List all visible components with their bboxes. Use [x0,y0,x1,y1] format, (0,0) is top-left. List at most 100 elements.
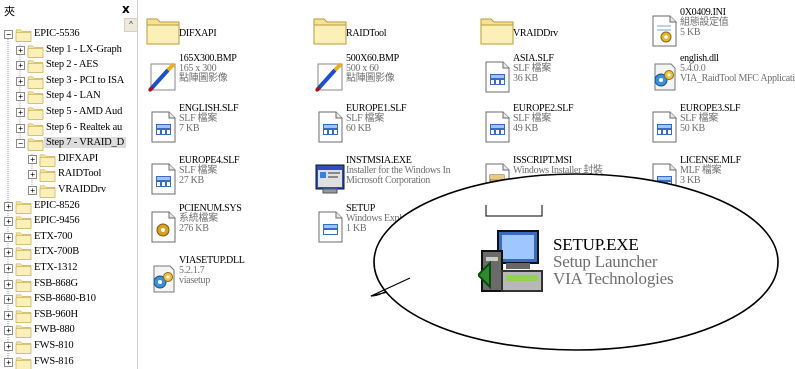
folder-tree-pane: 夾 x ^ − EPIC-5536 + Step 1 - LX-Graph + … [0,0,138,369]
tree-item[interactable]: + FWS-816 [0,355,124,369]
dll-file-icon[interactable] [146,262,180,296]
tree-item[interactable]: − Step 7 - VRAID_D [0,136,126,152]
tree-expander-toggle[interactable]: + [4,217,13,227]
file-name: DIFXAPI [179,28,217,39]
tree-expander-toggle[interactable]: + [16,108,25,117]
file-item-label[interactable]: 0X0409.INI 組態設定值 5 KB [680,8,729,38]
tree-expander-toggle[interactable]: + [4,264,13,273]
tree-item[interactable]: + VRAIDDrv [0,183,124,199]
tree-item[interactable]: + RAIDTool [0,167,124,183]
file-item-label[interactable]: EUROPE4.SLF SLF 檔案 27 KB [179,156,240,186]
tree-expander-toggle[interactable]: + [28,170,37,180]
setup-exe-icon[interactable] [479,210,514,244]
file-detail: 點陣圖影像 [179,73,228,84]
slf-file-icon[interactable] [313,110,347,144]
folder-icon [27,90,44,105]
file-item-label[interactable]: VIASETUP.DLL 5.2.1.7 viasetup [179,256,245,286]
tree-expander-toggle[interactable]: + [16,61,25,71]
file-item-label[interactable]: DIFXAPI [179,28,217,39]
zoom-file-type: Setup Launcher [553,252,658,271]
tree-expander-toggle[interactable]: + [4,248,13,258]
folder-icon[interactable] [480,14,514,48]
tree-expander-toggle[interactable]: + [16,76,25,86]
folder-icon [27,122,44,136]
tree-item[interactable]: + FWS-810 [0,339,124,355]
file-detail: VIA_RaidTool MFC Application [680,73,795,84]
file-item-label[interactable]: 500X60.BMP 500 x 60 點陣圖影像 [346,54,399,84]
file-item-label[interactable]: SETUP.MLF MLF 檔案 228 KB [680,204,730,234]
tree-expander-toggle[interactable]: − [16,139,25,149]
file-item-label[interactable]: SETUP Windows Explorer Command 1 KB [346,204,459,234]
tree-expander-toggle[interactable]: + [28,186,37,195]
file-item-label[interactable]: EUROPE2.SLF SLF 檔案 49 KB [513,104,574,134]
file-item-label[interactable]: ASIA.SLF SLF 檔案 36 KB [513,54,554,84]
slf-file-icon[interactable] [480,60,514,94]
file-detail: 5 KB [680,27,701,38]
file-item-label[interactable]: english.dll 5.4.0.0 VIA_RaidTool MFC App… [680,54,795,84]
tree-expander-toggle[interactable]: + [16,92,25,102]
dll-file-icon[interactable] [647,60,681,94]
tree-expander-toggle[interactable]: + [4,201,13,211]
msi-package-icon[interactable] [480,162,514,196]
folder-icon [27,59,44,73]
file-item-label[interactable]: EUROPE1.SLF SLF 檔案 60 KB [346,104,407,134]
tree-item[interactable]: + FSB-8680-B10 [0,292,124,308]
slf-file-icon[interactable] [146,162,180,196]
tree-item[interactable]: + FWB-880 [0,323,124,339]
tree-item[interactable]: + ETX-700 [0,230,124,246]
file-item-label[interactable]: RAIDTool [346,29,387,39]
file-item-label[interactable]: LICENSE.MLF MLF 檔案 3 KB [680,156,741,186]
tree-expander-toggle[interactable]: + [4,310,13,320]
tree-item-label: Step 2 - AES [46,59,99,71]
tree-item-label: Step 3 - PCI to ISA [46,74,125,86]
tree-expander-toggle[interactable]: + [4,295,13,305]
slf-file-icon[interactable] [146,110,180,144]
tree-item[interactable]: + Step 4 - LAN [0,89,124,105]
file-item-label[interactable]: ENGLISH.SLF SLF 檔案 7 KB [179,104,239,134]
folder-icon [15,293,32,307]
file-item-label[interactable]: VRAIDDrv [513,29,558,39]
bitmap-image-icon[interactable] [146,60,180,94]
installer-exe-icon[interactable] [313,162,347,196]
tree-item[interactable]: + Step 6 - Realtek au [0,121,124,137]
explorer-command-icon[interactable] [313,210,347,244]
file-detail: 3 KB [680,175,701,186]
tree-item[interactable]: + FSB-960H [0,308,124,324]
tree-item[interactable]: + Step 2 - AES [0,58,124,74]
ini-config-icon[interactable] [647,14,681,48]
system-file-icon[interactable] [146,210,180,244]
tree-expander-toggle[interactable]: + [16,45,25,55]
tree-item[interactable]: + ETX-1312 [0,261,124,277]
tree-expander-toggle[interactable]: + [4,232,13,242]
tree-expander-toggle[interactable]: + [4,357,13,367]
tree-expander-toggle[interactable]: + [4,342,13,351]
file-item-label[interactable]: ISSCRIPT.MSI Windows Installer 封裝 [513,156,603,176]
file-item-label[interactable]: PCIENUM.SYS 系統檔案 276 KB [179,204,242,234]
bitmap-image-icon[interactable] [313,60,347,94]
tree-expander-toggle[interactable]: + [28,154,37,164]
tree-expander-toggle[interactable]: + [16,123,25,133]
tree-expander-toggle[interactable]: + [4,279,13,289]
tree-item[interactable]: + Step 1 - LX-Graph [0,43,124,59]
tree-item[interactable]: + Step 5 - AMD Aud [0,105,124,121]
tree-item[interactable]: + DIFXAPI [0,152,124,168]
tree-expander-toggle[interactable]: − [4,30,13,39]
tree-item[interactable]: + ETX-700B [0,245,124,261]
tree-item-label: VRAIDDrv [58,184,106,195]
file-item-label[interactable]: 165X300.BMP 165 x 300 點陣圖影像 [179,54,237,84]
tree-item[interactable]: + EPIC-9456 [0,214,124,230]
tree-item[interactable]: + FSB-868G [0,277,124,293]
file-item-label[interactable]: SETUP.EXE Setup Launcher VIA Technologie… [513,204,600,234]
mlf-file-icon[interactable] [647,162,681,196]
slf-file-icon[interactable] [480,110,514,144]
tree-item[interactable]: + Step 3 - PCI to ISA [0,74,124,90]
file-item-label[interactable]: INSTMSIA.EXE Installer for the Windows I… [346,156,451,186]
tree-expander-toggle[interactable]: + [4,326,13,336]
tree-item[interactable]: + EPIC-8526 [0,199,124,215]
slf-file-icon[interactable] [647,110,681,144]
folder-icon[interactable] [146,14,180,48]
tree-item[interactable]: − EPIC-5536 [0,27,124,43]
tree-item-label: EPIC-8526 [34,199,80,211]
folder-icon[interactable] [313,14,347,48]
file-item-label[interactable]: EUROPE3.SLF SLF 檔案 50 KB [680,104,741,134]
